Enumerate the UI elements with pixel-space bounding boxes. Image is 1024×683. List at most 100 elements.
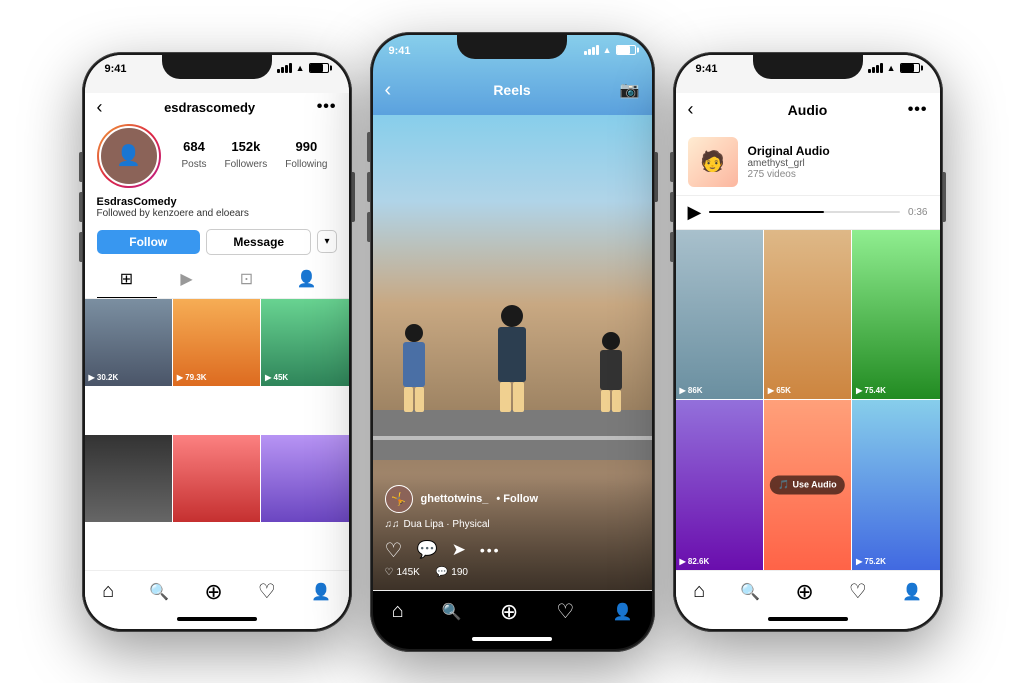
nav-profile-1[interactable]: 👤 <box>311 582 331 602</box>
profile-actions: Follow Message ▾ <box>85 223 349 261</box>
wifi-icon-1: ▲ <box>296 63 305 73</box>
profile-avatar-ring[interactable]: 👤 <box>97 124 161 188</box>
grid-item-6[interactable] <box>261 435 348 522</box>
audio-grid-1-count: ▶ 86K <box>680 386 703 395</box>
nav-home-2[interactable]: ⌂ <box>392 600 404 623</box>
nav-search-3[interactable]: 🔍 <box>740 582 760 602</box>
progress-bar[interactable] <box>709 211 900 213</box>
nav-home-1[interactable]: ⌂ <box>102 580 114 603</box>
phone-3: 9:41 ▲ ‹ Audi <box>673 52 943 632</box>
tab-tagged[interactable]: ⊡ <box>217 261 277 298</box>
nav-profile-3[interactable]: 👤 <box>902 582 922 602</box>
road <box>373 410 652 460</box>
music-note-icon: ♫♫ <box>385 519 400 530</box>
audio-video-count: 275 videos <box>748 169 928 180</box>
audio-back-button[interactable]: ‹ <box>688 99 694 120</box>
profile-username-header: esdrascomedy <box>164 100 255 115</box>
profile-avatar: 👤 <box>99 126 159 186</box>
reel-like-button[interactable]: ♡ <box>385 538 403 563</box>
reel-actions-row: ♡ 💬 ➤ ••• <box>385 538 640 563</box>
reel-username[interactable]: ghettotwins_ <box>421 493 489 505</box>
audio-more-button[interactable]: ••• <box>908 101 928 119</box>
reel-likes-count: ♡ 145K <box>385 567 420 578</box>
reel-share-button[interactable]: ➤ <box>452 540 466 560</box>
reel-user-row: 🤸 ghettotwins_ • Follow <box>385 485 640 513</box>
reel-song[interactable]: Dua Lipa · Physical <box>404 519 490 530</box>
nav-profile-2[interactable]: 👤 <box>612 602 632 622</box>
grid-item-5[interactable] <box>173 435 260 522</box>
reel-back-button[interactable]: ‹ <box>385 79 392 102</box>
message-button[interactable]: Message <box>206 229 311 255</box>
side-button-left-2c <box>367 212 370 242</box>
wifi-icon-2: ▲ <box>603 45 612 55</box>
tab-reels[interactable]: ▶ <box>157 261 217 298</box>
following-count: 990 <box>285 139 327 154</box>
nav-add-3[interactable]: ⊕ <box>795 579 813 605</box>
follow-button[interactable]: Follow <box>97 230 200 254</box>
side-button-right <box>352 172 355 222</box>
tab-grid[interactable]: ⊞ <box>97 261 157 298</box>
battery-icon-2 <box>616 45 636 55</box>
battery-icon-1 <box>309 63 329 73</box>
phone-1: 9:41 ▲ ‹ esdr <box>82 52 352 632</box>
reel-comments-count: 💬 190 <box>436 567 468 578</box>
reel-user-avatar[interactable]: 🤸 <box>385 485 413 513</box>
nav-home-3[interactable]: ⌂ <box>693 580 705 603</box>
audio-grid-3-count: ▶ 75.4K <box>856 386 886 395</box>
audio-content: ‹ Audio ••• 🧑 Original Audio amethyst_gr… <box>676 93 940 629</box>
nav-search-2[interactable]: 🔍 <box>442 602 462 622</box>
audio-artist: amethyst_grl <box>748 158 928 169</box>
audio-grid-item-3[interactable]: ▶ 75.4K <box>852 230 939 400</box>
nav-add-1[interactable]: ⊕ <box>204 579 222 605</box>
status-time-1: 9:41 <box>105 63 127 75</box>
grid-item-3[interactable]: ▶ 45K <box>261 299 348 386</box>
home-indicator-1 <box>177 617 257 621</box>
grid-item-4[interactable] <box>85 435 172 522</box>
reel-music-row: ♫♫ Dua Lipa · Physical <box>385 519 640 530</box>
reel-follow-button[interactable]: • Follow <box>496 493 538 505</box>
nav-add-2[interactable]: ⊕ <box>500 599 518 625</box>
audio-title: Audio <box>788 102 828 118</box>
grid-item-2[interactable]: ▶ 79.3K <box>173 299 260 386</box>
reel-more-button[interactable]: ••• <box>480 542 501 558</box>
audio-grid-6-count: ▶ 75.2K <box>856 557 886 566</box>
followed-by-text: Followed by kenzoere and eloears <box>97 208 337 219</box>
home-indicator-2 <box>472 637 552 641</box>
profile-content: ‹ esdrascomedy ••• 👤 684 Posts 152k <box>85 93 349 629</box>
nav-search-1[interactable]: 🔍 <box>149 582 169 602</box>
audio-grid-item-6[interactable]: ▶ 75.2K <box>852 400 939 570</box>
side-button-left-3a <box>670 152 673 182</box>
bottom-nav-1: ⌂ 🔍 ⊕ ♡ 👤 <box>85 570 349 617</box>
use-audio-button[interactable]: 🎵 Use Audio <box>770 475 844 494</box>
audio-grid-item-2[interactable]: ▶ 65K <box>764 230 851 400</box>
notch-1 <box>162 55 272 79</box>
side-button-left-3b <box>670 192 673 222</box>
reel-camera-button[interactable]: 📷 <box>620 80 640 100</box>
profile-numbers: 684 Posts 152k Followers 990 Following <box>173 139 337 172</box>
reel-comment-button[interactable]: 💬 <box>416 540 437 560</box>
audio-grid-item-4[interactable]: ▶ 82.6K <box>676 400 763 570</box>
bottom-nav-2: ⌂ 🔍 ⊕ ♡ 👤 <box>373 590 652 637</box>
nav-heart-2[interactable]: ♡ <box>556 599 574 624</box>
audio-track-title: Original Audio <box>748 144 928 158</box>
nav-heart-3[interactable]: ♡ <box>849 579 867 604</box>
profile-header: ‹ esdrascomedy ••• <box>85 93 349 124</box>
audio-grid-item-5[interactable]: 🎵 Use Audio <box>764 400 851 570</box>
side-button-left-2 <box>79 192 82 222</box>
tab-igtv[interactable]: 👤 <box>277 261 337 298</box>
grid-item-1[interactable]: ▶ 30.2K <box>85 299 172 386</box>
bottom-nav-3: ⌂ 🔍 ⊕ ♡ 👤 <box>676 570 940 617</box>
reel-bottom-overlay: 🤸 ghettotwins_ • Follow ♫♫ Dua Lipa · Ph… <box>373 473 652 590</box>
music-icon: 🎵 <box>778 479 789 490</box>
posts-count: 684 <box>181 139 206 154</box>
more-options-button[interactable]: ••• <box>317 98 337 116</box>
back-button[interactable]: ‹ <box>97 97 103 118</box>
dropdown-button[interactable]: ▾ <box>317 230 336 253</box>
audio-duration: 0:36 <box>908 207 927 218</box>
grid-item-2-count: ▶ 79.3K <box>177 373 207 382</box>
play-button[interactable]: ▶ <box>688 202 702 223</box>
audio-grid-item-1[interactable]: ▶ 86K <box>676 230 763 400</box>
posts-stat: 684 Posts <box>181 139 206 172</box>
side-button-left-3c <box>670 232 673 262</box>
nav-heart-1[interactable]: ♡ <box>258 579 276 604</box>
